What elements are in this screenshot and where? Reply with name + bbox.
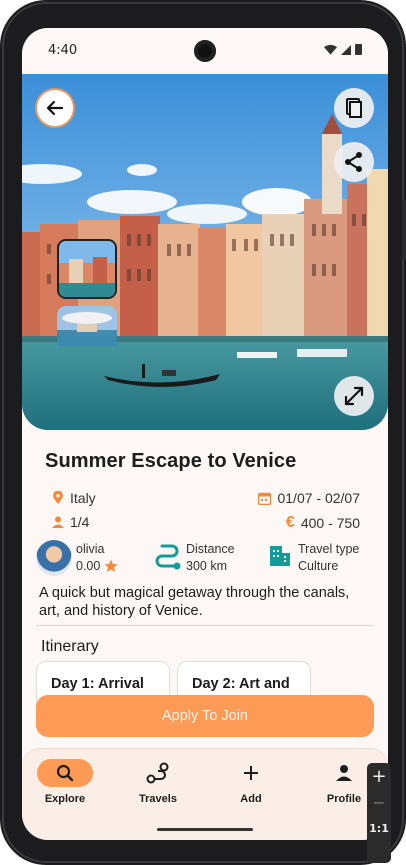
plus-icon bbox=[244, 766, 258, 780]
app-screen: 4:40 Summer Escape to Venice Italy 1/4 0… bbox=[22, 28, 388, 840]
divider bbox=[36, 625, 374, 626]
nav-label: Explore bbox=[44, 793, 86, 805]
avatar[interactable] bbox=[36, 540, 72, 576]
status-bar: 4:40 bbox=[22, 28, 388, 74]
person-icon bbox=[336, 765, 352, 781]
country-label: Italy bbox=[70, 490, 96, 506]
trip-dates: 01/07 - 02/07 bbox=[258, 490, 360, 506]
trip-country: Italy bbox=[52, 490, 96, 506]
copy-icon bbox=[346, 98, 362, 118]
bottom-navigation: Explore Travels Add Profile bbox=[22, 748, 388, 840]
status-time: 4:40 bbox=[48, 43, 78, 58]
volume-button bbox=[402, 200, 406, 260]
day-label: Day 1: Arrival bbox=[51, 676, 144, 692]
home-indicator[interactable] bbox=[157, 828, 253, 831]
owner-name[interactable]: olivia bbox=[76, 542, 105, 556]
zoom-in-button[interactable]: + bbox=[367, 763, 391, 789]
arrow-left-icon bbox=[46, 100, 64, 116]
nav-label: Travels bbox=[139, 793, 177, 805]
dates-label: 01/07 - 02/07 bbox=[277, 490, 360, 506]
camera-cutout bbox=[194, 40, 216, 62]
trip-participants: 1/4 bbox=[52, 514, 89, 530]
travel-type-label: Travel type bbox=[298, 542, 360, 556]
hero-image bbox=[22, 74, 388, 430]
person-icon bbox=[52, 516, 64, 528]
travel-type-value: Culture bbox=[298, 559, 339, 573]
itinerary-title: Itinerary bbox=[41, 638, 99, 655]
price-label: 400 - 750 bbox=[300, 515, 360, 531]
copy-button[interactable] bbox=[334, 88, 374, 128]
device-frame: 4:40 Summer Escape to Venice Italy 1/4 0… bbox=[0, 0, 406, 865]
day-label: Day 2: Art and bbox=[192, 676, 290, 692]
share-button[interactable] bbox=[334, 142, 374, 182]
nav-label: Add bbox=[240, 793, 262, 805]
rating-value: 0.00 bbox=[76, 559, 101, 573]
zoom-out-button[interactable]: − bbox=[367, 789, 391, 815]
trip-price: € 400 - 750 bbox=[286, 514, 360, 532]
search-icon bbox=[56, 764, 74, 782]
photo-thumbnail-1[interactable] bbox=[57, 239, 117, 299]
location-pin-icon bbox=[53, 491, 63, 504]
share-icon bbox=[345, 152, 362, 172]
euro-icon: € bbox=[285, 514, 295, 531]
route-distance-icon bbox=[155, 544, 181, 570]
photo-thumbnail-2[interactable] bbox=[57, 306, 117, 346]
owner-rating: 0.00 bbox=[76, 559, 118, 573]
star-icon bbox=[104, 559, 118, 572]
nav-item-travels[interactable]: Travels bbox=[123, 759, 193, 805]
trip-title: Summer Escape to Venice bbox=[45, 450, 297, 472]
signal-icon bbox=[341, 44, 351, 55]
back-button[interactable] bbox=[35, 88, 75, 128]
venice-thumbnail-image bbox=[59, 241, 115, 297]
distance-label: Distance bbox=[186, 542, 235, 556]
trip-description: A quick but magical getaway through the … bbox=[39, 585, 350, 619]
expand-icon bbox=[344, 386, 364, 406]
nav-item-add[interactable]: Add bbox=[216, 759, 286, 805]
zoom-reset-button[interactable]: 1:1 bbox=[367, 815, 391, 841]
distance-value: 300 km bbox=[186, 559, 227, 573]
expand-button[interactable] bbox=[334, 376, 374, 416]
calendar-icon bbox=[258, 492, 272, 505]
venice-thumbnail-image bbox=[57, 306, 117, 346]
emulator-zoom-controls: + − 1:1 bbox=[367, 763, 391, 863]
route-icon bbox=[146, 762, 169, 784]
wifi-icon bbox=[324, 44, 337, 55]
trip-info-row: olivia 0.00 Distance 300 km Travel type … bbox=[36, 538, 376, 580]
participants-label: 1/4 bbox=[70, 514, 90, 530]
nav-item-explore[interactable]: Explore bbox=[30, 759, 100, 805]
building-icon bbox=[270, 546, 290, 566]
battery-icon bbox=[355, 44, 362, 55]
status-icons bbox=[324, 44, 362, 55]
apply-to-join-button[interactable]: Apply To Join bbox=[36, 695, 374, 737]
